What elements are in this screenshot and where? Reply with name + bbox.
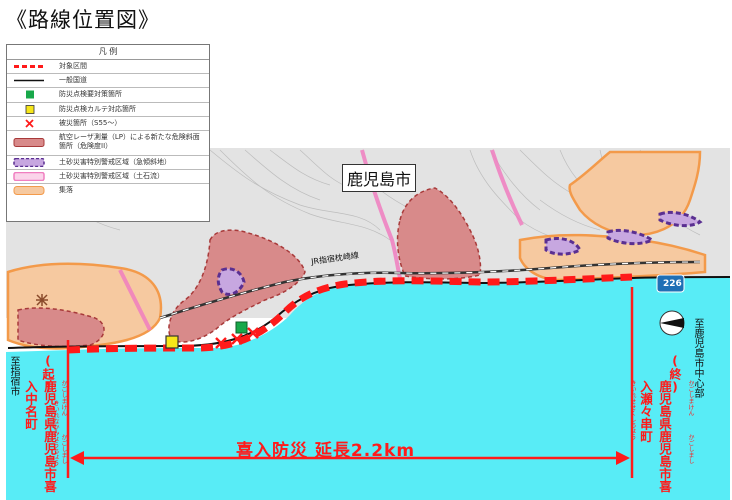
page-title: 《路線位置図》 (6, 8, 160, 32)
left-direction-label: 至指宿市 (8, 356, 19, 396)
yellow-square-icon (165, 335, 179, 349)
legend: 凡 例 対象区間 一般国道 防災点検要対策箇所 防災点検カルテ対応箇所 被災箇所… (6, 44, 210, 222)
legend-item: 土砂災害特別警戒区域（土石流） (7, 170, 209, 185)
star-icon (36, 294, 48, 306)
legend-label: 防災点検カルテ対応箇所 (59, 104, 136, 113)
legend-item: 一般国道 (7, 74, 209, 89)
legend-item: 集落 (7, 184, 209, 197)
legend-item: 対象区間 (7, 60, 209, 75)
red-hatched-area-icon (13, 137, 45, 147)
x-icon (25, 119, 34, 128)
route-number: 226 (663, 279, 682, 289)
purple-area-icon (13, 157, 45, 167)
legend-item: 防災点検要対策箇所 (7, 88, 209, 103)
green-square-icon (26, 90, 34, 99)
start-furigana-1: かごしまけん (60, 380, 67, 416)
north-arrow-icon (659, 310, 685, 336)
yellow-square-icon (25, 104, 35, 114)
legend-label: 防災点検要対策箇所 (59, 90, 122, 99)
legend-label: 土砂災害特別警戒区域（急傾斜地） (59, 157, 171, 166)
green-square-icon (235, 321, 248, 334)
start-furigana-3: きいれなかみょうちょう (52, 400, 59, 466)
end-furigana-3: きいれせせくしちょう (629, 380, 636, 440)
black-line-icon (14, 79, 44, 82)
city-label: 鹿児島市 (342, 164, 417, 192)
red-dashed-line-icon (14, 65, 44, 68)
end-furigana-2: かごしまし (687, 434, 694, 464)
legend-label: 対象区間 (59, 62, 87, 70)
legend-label: 土砂災害特別警戒区域（土石流） (59, 172, 164, 181)
legend-header: 凡 例 (7, 45, 209, 60)
end-place: 鹿児島県鹿児島市喜入瀬々串町 (638, 380, 672, 493)
start-furigana-2: かごしまし (60, 434, 67, 464)
pink-area-icon (13, 172, 45, 182)
legend-label: 一般国道 (59, 76, 87, 85)
legend-item: 航空レーザ測量（LP）による新たな危険斜面箇所（危険度II） (7, 131, 209, 156)
legend-item: 土砂災害特別警戒区域（急傾斜地） (7, 156, 209, 171)
distance-label: 喜入防災 延長2.2km (236, 441, 416, 461)
end-furigana-1: かごしまけん (687, 380, 694, 416)
legend-item: 被災箇所（S55～） (7, 117, 209, 131)
legend-label: 集落 (59, 186, 73, 195)
legend-label: 航空レーザ測量（LP）による新たな危険斜面箇所（危険度II） (59, 132, 200, 150)
legend-item: 防災点検カルテ対応箇所 (7, 103, 209, 117)
legend-label: 被災箇所（S55～） (59, 118, 122, 127)
orange-area-icon (13, 186, 45, 196)
